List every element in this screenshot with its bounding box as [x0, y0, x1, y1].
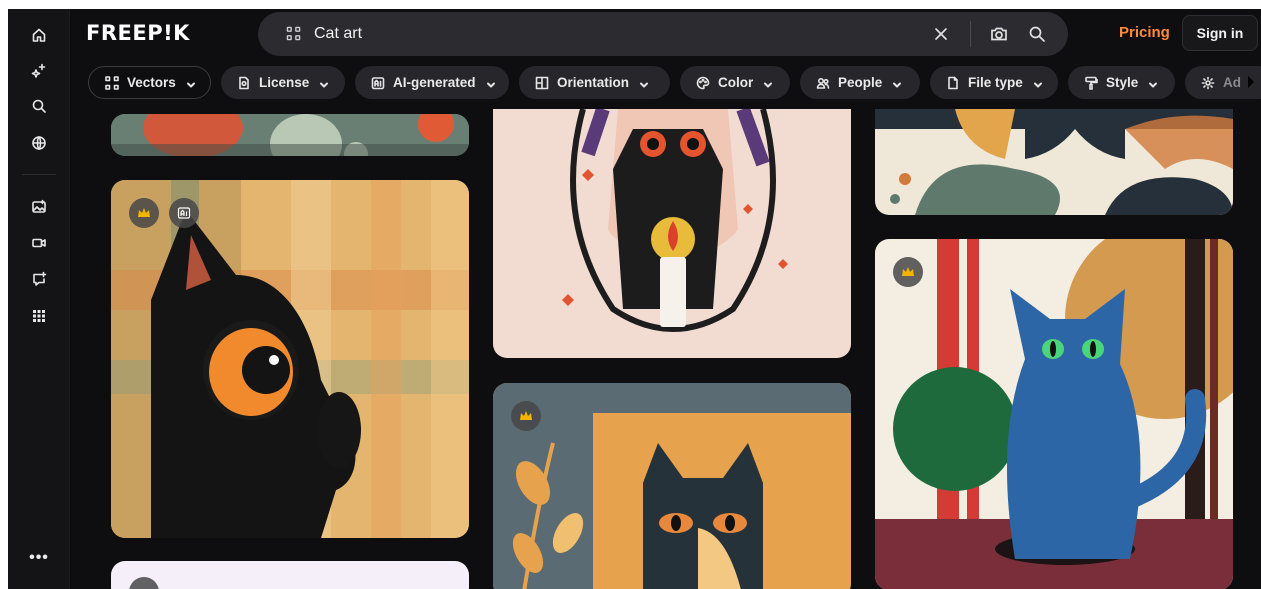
- chevron-down-icon: [186, 78, 196, 88]
- result-image: [493, 383, 851, 589]
- filter-label: Style: [1106, 75, 1139, 90]
- video-icon[interactable]: [27, 231, 51, 255]
- more-menu-button[interactable]: •••: [27, 549, 51, 573]
- brush-icon: [1084, 76, 1098, 90]
- chevron-down-icon: [1148, 78, 1158, 88]
- app-frame: ••• FREEP!K Pricing Sign in Vectors Lice…: [8, 9, 1261, 589]
- chat-assistant-icon[interactable]: [27, 267, 51, 291]
- premium-badge: [129, 577, 159, 589]
- sparkle-tools-icon[interactable]: [27, 59, 51, 83]
- result-card[interactable]: [875, 109, 1233, 215]
- filter-label: Orientation: [557, 75, 630, 90]
- crown-icon: [138, 208, 150, 217]
- filter-color[interactable]: Color: [680, 66, 790, 99]
- filter-orientation[interactable]: Orientation: [519, 66, 670, 99]
- filter-label: Vectors: [127, 75, 176, 90]
- filter-file-type[interactable]: File type: [930, 66, 1058, 99]
- filter-ai-generated[interactable]: AI-generated: [355, 66, 509, 99]
- filter-label: AI-generated: [393, 75, 476, 90]
- result-image: [875, 109, 1233, 215]
- ai-generated-badge: [169, 198, 199, 228]
- filter-label: File type: [968, 75, 1023, 90]
- crown-icon: [902, 267, 914, 276]
- filter-people[interactable]: People: [800, 66, 920, 99]
- filter-vectors[interactable]: Vectors: [88, 66, 211, 99]
- crown-icon: [520, 411, 532, 420]
- search-divider: [970, 21, 971, 47]
- palette-icon: [696, 76, 710, 90]
- image-generator-icon[interactable]: [27, 195, 51, 219]
- result-card[interactable]: [493, 383, 851, 589]
- settings-icon: [1201, 76, 1215, 90]
- result-image: [111, 114, 469, 156]
- chevron-down-icon: [892, 78, 902, 88]
- chevron-down-icon: [319, 78, 329, 88]
- result-card[interactable]: [111, 561, 469, 589]
- ai-icon: [177, 207, 191, 219]
- camera-search-icon[interactable]: [989, 24, 1009, 44]
- result-card[interactable]: [111, 114, 469, 156]
- rail-divider: [22, 174, 56, 175]
- premium-badge: [893, 257, 923, 287]
- people-icon: [816, 76, 830, 90]
- premium-badge: [511, 401, 541, 431]
- result-image: [493, 109, 851, 358]
- filter-bar: Vectors License AI-generated Orientation…: [88, 66, 1261, 99]
- brand-logo[interactable]: FREEP!K: [86, 21, 190, 45]
- filter-label: Color: [718, 75, 754, 90]
- vectors-icon: [105, 75, 119, 90]
- license-icon: [237, 76, 251, 90]
- chevron-right-icon[interactable]: [1244, 73, 1258, 91]
- home-icon[interactable]: [27, 23, 51, 47]
- vectors-icon[interactable]: [286, 26, 301, 46]
- chevron-down-icon: [639, 78, 649, 88]
- left-rail: •••: [8, 9, 70, 589]
- search-submit-icon[interactable]: [1027, 24, 1047, 44]
- file-icon: [946, 76, 960, 90]
- ai-icon: [371, 76, 385, 90]
- chevron-down-icon: [763, 78, 773, 88]
- filter-label: Ad: [1223, 75, 1241, 90]
- result-card[interactable]: [111, 180, 469, 538]
- filter-style[interactable]: Style: [1068, 66, 1175, 99]
- filter-label: People: [838, 75, 883, 90]
- search-bar: [258, 12, 1068, 56]
- filter-license[interactable]: License: [221, 66, 345, 99]
- result-image: [875, 239, 1233, 589]
- chevron-down-icon: [486, 78, 496, 88]
- chevron-down-icon: [1033, 78, 1043, 88]
- result-card[interactable]: [493, 109, 851, 358]
- result-image: [111, 180, 469, 538]
- pricing-link[interactable]: Pricing: [1119, 24, 1170, 41]
- clear-icon[interactable]: [932, 25, 950, 43]
- search-icon[interactable]: [27, 94, 51, 118]
- search-input[interactable]: [314, 22, 894, 46]
- result-card[interactable]: [875, 239, 1233, 589]
- orientation-icon: [535, 76, 549, 90]
- globe-icon[interactable]: [27, 131, 51, 155]
- filter-label: License: [259, 75, 310, 90]
- apps-grid-icon[interactable]: [27, 304, 51, 328]
- sign-in-button[interactable]: Sign in: [1182, 15, 1258, 51]
- premium-badge: [129, 198, 159, 228]
